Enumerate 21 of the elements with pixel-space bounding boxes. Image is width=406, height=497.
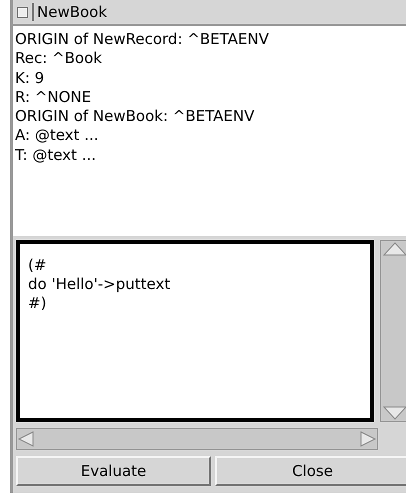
up-arrow-icon[interactable] [381, 241, 406, 257]
left-arrow-icon[interactable] [17, 430, 35, 448]
code-line: #) [28, 294, 46, 313]
horizontal-scrollbar[interactable] [16, 428, 378, 450]
down-arrow-icon[interactable] [381, 405, 406, 421]
output-line: Rec: ^Book [15, 49, 102, 69]
output-line: ORIGIN of NewBook: ^BETAENV [15, 107, 254, 126]
window-title: NewBook [32, 3, 108, 21]
command-button[interactable]: Evaluate [16, 456, 211, 486]
right-arrow-icon[interactable] [359, 430, 377, 448]
window-menu-box[interactable] [17, 6, 28, 18]
vertical-scrollbar[interactable] [380, 240, 406, 422]
code-line: do 'Hello'->puttext [28, 275, 170, 294]
output-line: ORIGIN of NewRecord: ^BETAENV [15, 30, 269, 50]
code-line: (# [28, 256, 46, 275]
command-button[interactable]: Close [215, 456, 406, 486]
output-line: K: 9 [15, 68, 44, 88]
output-line: A: @text ... [15, 126, 98, 146]
output-line: T: @text ... [15, 146, 96, 166]
code-editor[interactable]: (# do 'Hello'->puttext #) [16, 240, 374, 422]
output-line: R: ^NONE [15, 88, 92, 108]
